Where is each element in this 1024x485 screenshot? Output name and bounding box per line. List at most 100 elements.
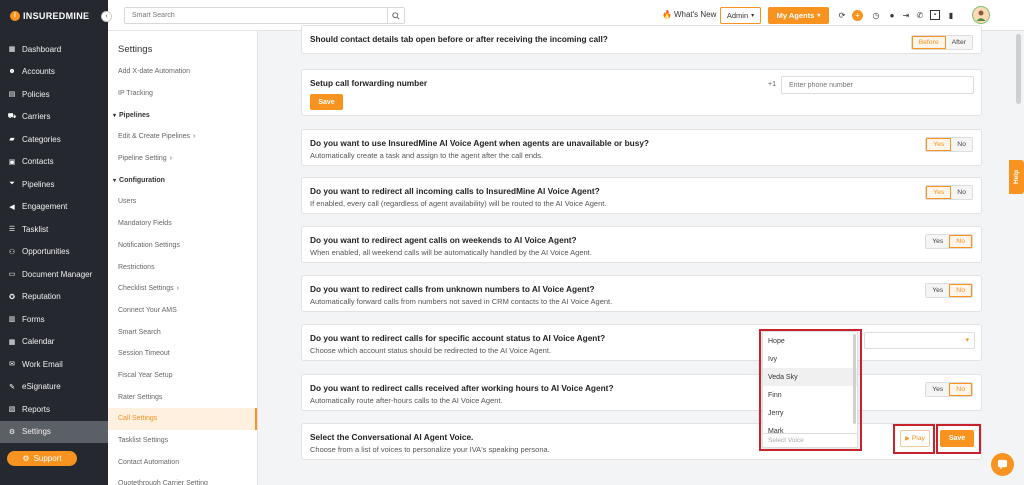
refresh-icon[interactable]: ⟳	[837, 10, 847, 20]
battery-icon[interactable]: ▮	[946, 10, 956, 20]
search-icon[interactable]	[387, 8, 404, 23]
submenu-item[interactable]: IP Tracking	[108, 83, 257, 105]
sidebar-item-engagement[interactable]: ◀ Engagement	[0, 196, 108, 219]
bell-icon[interactable]: ●	[887, 10, 897, 20]
submenu-section-header[interactable]: ▾ Configuration	[108, 169, 257, 191]
sidebar-item-label: Accounts	[22, 67, 55, 77]
clock-icon[interactable]: ◷	[871, 10, 881, 20]
voice-option[interactable]: Veda Sky	[763, 368, 857, 386]
after-option[interactable]: After	[945, 36, 972, 49]
submenu-item[interactable]: Rater Settings	[108, 386, 257, 408]
no-option[interactable]: No	[949, 383, 972, 396]
submenu-item[interactable]: Checklist Settings ›	[108, 278, 257, 300]
sidebar-item-esignature[interactable]: ✎ eSignature	[0, 376, 108, 399]
sidebar-item-reputation[interactable]: ✪ Reputation	[0, 286, 108, 309]
voice-option[interactable]: Ivy	[763, 350, 857, 368]
submenu-item[interactable]: Restrictions	[108, 256, 257, 278]
my-agents-button[interactable]: My Agents ▾	[768, 7, 829, 24]
sidebar-item-label: Settings	[22, 427, 51, 437]
before-option[interactable]: Before	[911, 36, 946, 49]
voice-save-button[interactable]: Save	[940, 430, 974, 447]
submenu-item[interactable]: Notification Settings	[108, 235, 257, 257]
submenu-section-header[interactable]: ▾ Pipelines	[108, 104, 257, 126]
submenu-item[interactable]: Quotethrough Carrier Setting	[108, 473, 257, 485]
voice-option[interactable]: Jerry	[763, 404, 857, 422]
forwarding-save-button[interactable]: Save	[310, 94, 343, 110]
whats-new-label: What's New	[673, 10, 717, 19]
yes-option[interactable]: Yes	[926, 186, 952, 199]
voice-option[interactable]: Finn	[763, 386, 857, 404]
phone-icon[interactable]: ✆	[915, 10, 925, 20]
ai-voice-question: Select the Conversational AI Agent Voice…	[310, 432, 474, 442]
yes-option[interactable]: Yes	[926, 284, 950, 297]
search-input[interactable]	[125, 8, 387, 23]
chat-icon	[997, 459, 1008, 470]
submenu-item[interactable]: Edit & Create Pipelines ›	[108, 126, 257, 148]
sidebar-item-reports[interactable]: ▧ Reports	[0, 398, 108, 421]
chat-button[interactable]	[991, 453, 1014, 476]
sidebar-item-pipelines[interactable]: ⏷ Pipelines	[0, 173, 108, 196]
voice-dropdown[interactable]: Hope Ivy Veda Sky Finn Jerry Mark Select Voic…	[762, 331, 858, 448]
yes-option[interactable]: Yes	[926, 383, 950, 396]
admin-dropdown[interactable]: Admin ▾	[720, 7, 761, 24]
chevron-left-icon[interactable]: ‹	[101, 11, 112, 22]
account-status-question: Do you want to redirect calls for specif…	[310, 333, 606, 343]
sidebar-nav: ▦ Dashboard ☻ Accounts ▤ Policies ⛟ Carriers ▰ Ca…	[0, 38, 108, 443]
sidebar-item-dashboard[interactable]: ▦ Dashboard	[0, 38, 108, 61]
sidebar-item-tasklist[interactable]: ☰ Tasklist	[0, 218, 108, 241]
sidebar-item-label: Opportunities	[22, 247, 70, 257]
page-scrollbar[interactable]	[1016, 34, 1021, 104]
sidebar-item-policies[interactable]: ▤ Policies	[0, 83, 108, 106]
no-option[interactable]: No	[951, 138, 972, 151]
sidebar-item-carriers[interactable]: ⛟ Carriers	[0, 106, 108, 129]
settings-submenu: Settings Add X-date Automation IP Trackin…	[108, 31, 258, 485]
plus-circle-icon[interactable]: +	[852, 10, 863, 21]
submenu-item-label: Fiscal Year Setup	[118, 371, 173, 379]
account-status-select[interactable]: ▾	[864, 332, 975, 349]
document-icon: ▤	[8, 91, 16, 99]
submenu-item[interactable]: Contact Automation	[108, 451, 257, 473]
yes-option[interactable]: Yes	[926, 138, 952, 151]
sidebar-item-opportunities[interactable]: ⚇ Opportunities	[0, 241, 108, 264]
chevron-down-icon: ▾	[113, 112, 117, 119]
submenu-item[interactable]: Pipeline Setting ›	[108, 148, 257, 170]
submenu-item[interactable]: Tasklist Settings	[108, 430, 257, 452]
support-button[interactable]: ⚙ Support	[7, 451, 77, 466]
no-option[interactable]: No	[949, 235, 972, 248]
submenu-item[interactable]: Users	[108, 191, 257, 213]
sidebar-item-settings[interactable]: ⚙ Settings	[0, 420, 108, 443]
logout-icon[interactable]: ⇥	[901, 10, 911, 20]
no-option[interactable]: No	[951, 186, 972, 199]
sidebar-item-forms[interactable]: ▥ Forms	[0, 308, 108, 331]
brand[interactable]: I INSUREDMINE	[0, 0, 108, 32]
phone-number-input[interactable]	[781, 76, 974, 94]
submenu-item[interactable]: Smart Search	[108, 321, 257, 343]
submenu-item[interactable]: Mandatory Fields	[108, 213, 257, 235]
chip-icon[interactable]: ▪	[930, 10, 940, 20]
help-tab[interactable]: Help	[1009, 160, 1024, 194]
sidebar-item-contacts[interactable]: ▣ Contacts	[0, 151, 108, 174]
play-voice-button[interactable]: ▶ Play	[900, 430, 930, 447]
yes-option[interactable]: Yes	[926, 235, 950, 248]
sidebar-item-accounts[interactable]: ☻ Accounts	[0, 61, 108, 84]
avatar[interactable]	[972, 6, 990, 24]
voice-scrollbar[interactable]	[853, 334, 856, 424]
submenu-item[interactable]: Session Timeout	[108, 343, 257, 365]
ai-voice-card: Select the Conversational AI Agent Voice…	[301, 423, 982, 460]
voice-option[interactable]: Hope	[763, 332, 857, 350]
sidebar-item-work-email[interactable]: ✉ Work Email	[0, 353, 108, 376]
sidebar-item-label: Work Email	[22, 359, 63, 369]
submenu-item[interactable]: Add X-date Automation	[108, 61, 257, 83]
submenu-item-label: Call Settings	[118, 415, 158, 423]
sidebar-item-categories[interactable]: ▰ Categories	[0, 128, 108, 151]
sidebar-item-document-manager[interactable]: ▭ Document Manager	[0, 263, 108, 286]
submenu-item[interactable]: Connect Your AMS	[108, 300, 257, 322]
voice-select-input[interactable]: Select Voice	[763, 433, 857, 447]
submenu-item[interactable]: Call Settings	[108, 408, 257, 430]
submenu-item[interactable]: Fiscal Year Setup	[108, 365, 257, 387]
sidebar-item-calendar[interactable]: ▦ Calendar	[0, 331, 108, 354]
whats-new-link[interactable]: 🔥 What's New	[662, 10, 716, 19]
no-option[interactable]: No	[949, 284, 972, 297]
redirect-all-description: If enabled, every call (regardless of ag…	[310, 199, 607, 208]
weekends-description: When enabled, all weekend calls will be …	[310, 248, 592, 257]
